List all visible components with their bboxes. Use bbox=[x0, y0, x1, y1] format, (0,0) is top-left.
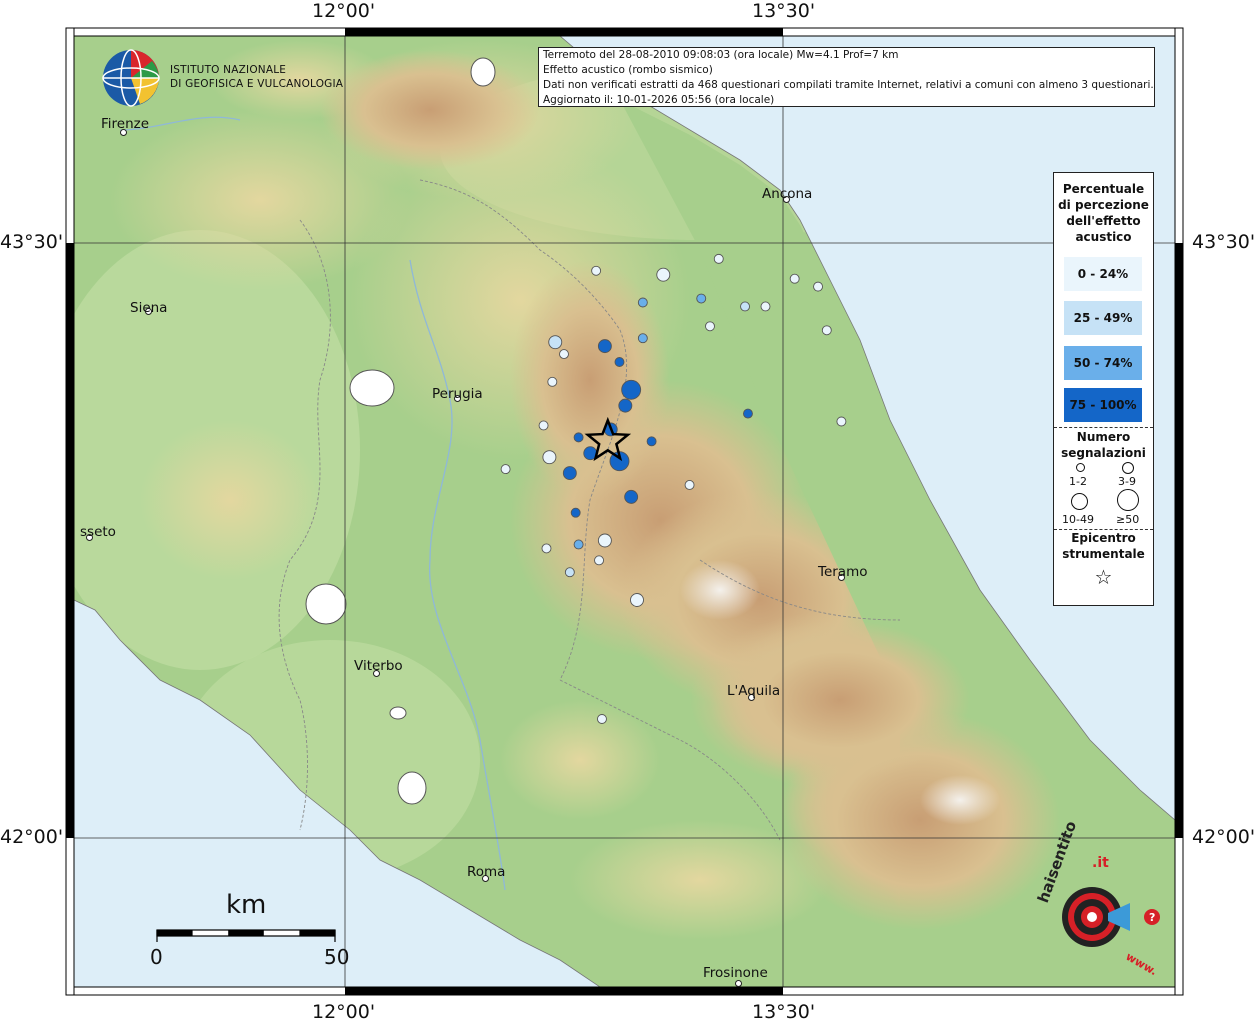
observation-point[interactable] bbox=[743, 408, 753, 419]
scale-unit: km bbox=[226, 890, 267, 920]
legend-count-title-1: Numero bbox=[1076, 430, 1131, 444]
observation-point[interactable] bbox=[548, 335, 563, 350]
legend-size-label-4: ≥50 bbox=[1116, 513, 1140, 526]
coord-right-bottom: 42°00' bbox=[1192, 826, 1256, 848]
ingv-name-line2: DI GEOFISICA E VULCANOLOGIA bbox=[170, 78, 344, 90]
observation-point[interactable] bbox=[621, 379, 642, 400]
ingv-name-line1: ISTITUTO NAZIONALE bbox=[170, 64, 287, 76]
legend-class-1: 25 - 49% bbox=[1064, 301, 1142, 335]
legend-count-title-2: segnalazioni bbox=[1061, 446, 1146, 460]
observation-point[interactable] bbox=[624, 489, 639, 504]
legend-class-3: 75 - 100% bbox=[1064, 388, 1142, 422]
legend-size-label-1: 1-2 bbox=[1069, 475, 1087, 488]
city-teramo: Teramo bbox=[818, 564, 868, 580]
legend-separator-1 bbox=[1054, 427, 1153, 428]
legend-class-2: 50 - 74% bbox=[1064, 346, 1142, 380]
observation-point[interactable] bbox=[614, 357, 625, 367]
observation-point[interactable] bbox=[760, 301, 771, 312]
ingv-logo bbox=[100, 47, 162, 113]
observation-point[interactable] bbox=[573, 539, 584, 550]
city-laquila: L'Aquila bbox=[727, 683, 781, 699]
coord-left-top: 43°30' bbox=[0, 231, 64, 253]
observation-point[interactable] bbox=[713, 253, 724, 264]
observation-point[interactable] bbox=[813, 281, 823, 292]
observation-point[interactable] bbox=[547, 376, 558, 387]
observation-point[interactable] bbox=[684, 480, 695, 490]
legend-size-small bbox=[1076, 463, 1085, 472]
legend-epi-title-2: strumentale bbox=[1062, 547, 1145, 561]
legend-epi-title-1: Epicentro bbox=[1071, 531, 1136, 545]
observation-point[interactable] bbox=[597, 714, 607, 724]
legend-title-1: Percentuale bbox=[1062, 182, 1145, 196]
observation-point[interactable] bbox=[573, 432, 584, 443]
svg-text:?: ? bbox=[1149, 911, 1155, 924]
city-grosseto: sseto bbox=[80, 524, 116, 540]
observation-point[interactable] bbox=[538, 420, 549, 431]
city-frosinone: Frosinone bbox=[703, 965, 768, 981]
observation-point[interactable] bbox=[597, 533, 612, 548]
terrain bbox=[74, 36, 1175, 987]
legend-title-4: acustico bbox=[1075, 230, 1132, 244]
city-perugia: Perugia bbox=[432, 386, 483, 402]
scale-max: 50 bbox=[324, 945, 350, 969]
coord-top-left: 12°00' bbox=[312, 0, 376, 22]
observation-point[interactable] bbox=[559, 349, 569, 360]
observation-point[interactable] bbox=[696, 293, 707, 304]
city-siena: Siena bbox=[130, 300, 168, 316]
scale-bar: km 0 50 bbox=[148, 890, 358, 970]
observation-point[interactable] bbox=[637, 333, 648, 344]
observation-point[interactable] bbox=[562, 466, 577, 481]
observation-point[interactable] bbox=[836, 416, 847, 427]
coord-right-top: 43°30' bbox=[1192, 231, 1256, 253]
legend-title-2: di percezione bbox=[1058, 198, 1149, 212]
city-viterbo: Viterbo bbox=[354, 658, 403, 674]
info-data-note: Dati non verificati estratti da 468 ques… bbox=[543, 79, 1154, 91]
legend-size-label-2: 3-9 bbox=[1118, 475, 1136, 488]
observation-point[interactable] bbox=[646, 436, 657, 447]
coord-top-right: 13°30' bbox=[752, 0, 816, 22]
observation-point[interactable] bbox=[542, 450, 557, 465]
legend-size-large bbox=[1071, 493, 1088, 510]
legend-size-xlarge bbox=[1117, 489, 1139, 511]
observation-point[interactable] bbox=[656, 267, 671, 282]
haisentito-logo[interactable]: ? haisentito .it www. bbox=[1030, 819, 1170, 980]
observation-point[interactable] bbox=[594, 555, 604, 566]
scale-bar-graphic bbox=[156, 929, 336, 942]
haisentito-domain: .it bbox=[1092, 855, 1109, 871]
info-effect: Effetto acustico (rombo sismico) bbox=[543, 64, 713, 76]
observation-point[interactable] bbox=[630, 593, 644, 607]
legend: Percentuale di percezione dell'effetto a… bbox=[1053, 172, 1154, 606]
legend-class-0: 0 - 24% bbox=[1064, 257, 1142, 291]
observation-point[interactable] bbox=[597, 339, 612, 354]
observation-point[interactable] bbox=[637, 297, 648, 308]
coord-left-bottom: 42°00' bbox=[0, 826, 64, 848]
legend-title-3: dell'effetto bbox=[1066, 214, 1141, 228]
info-updated: Aggiornato il: 10-01-2026 05:56 (ora loc… bbox=[543, 94, 775, 106]
city-firenze: Firenze bbox=[101, 116, 150, 132]
info-event: Terremoto del 28-08-2010 09:08:03 (ora l… bbox=[543, 49, 899, 61]
observation-point[interactable] bbox=[591, 265, 602, 276]
city-dot-frosinone bbox=[735, 980, 742, 987]
legend-size-label-3: 10-49 bbox=[1062, 513, 1094, 526]
observation-point[interactable] bbox=[821, 325, 832, 336]
coord-bottom-left: 12°00' bbox=[312, 1001, 376, 1023]
city-roma: Roma bbox=[467, 864, 506, 880]
info-box: Terremoto del 28-08-2010 09:08:03 (ora l… bbox=[538, 47, 1155, 107]
observation-point[interactable] bbox=[789, 273, 800, 284]
legend-size-medium bbox=[1122, 462, 1134, 474]
observation-point[interactable] bbox=[740, 301, 750, 312]
scale-min: 0 bbox=[150, 945, 163, 969]
coord-bottom-right: 13°30' bbox=[752, 1001, 816, 1023]
observation-point[interactable] bbox=[705, 321, 715, 332]
ingv-globe-icon bbox=[102, 49, 160, 107]
observation-point[interactable] bbox=[541, 543, 552, 554]
observation-point[interactable] bbox=[564, 567, 575, 578]
observation-point[interactable] bbox=[500, 464, 511, 475]
observation-point[interactable] bbox=[570, 507, 581, 518]
observation-point[interactable] bbox=[618, 398, 633, 413]
city-ancona: Ancona bbox=[762, 186, 813, 202]
legend-star-icon: ☆ bbox=[1094, 565, 1113, 589]
